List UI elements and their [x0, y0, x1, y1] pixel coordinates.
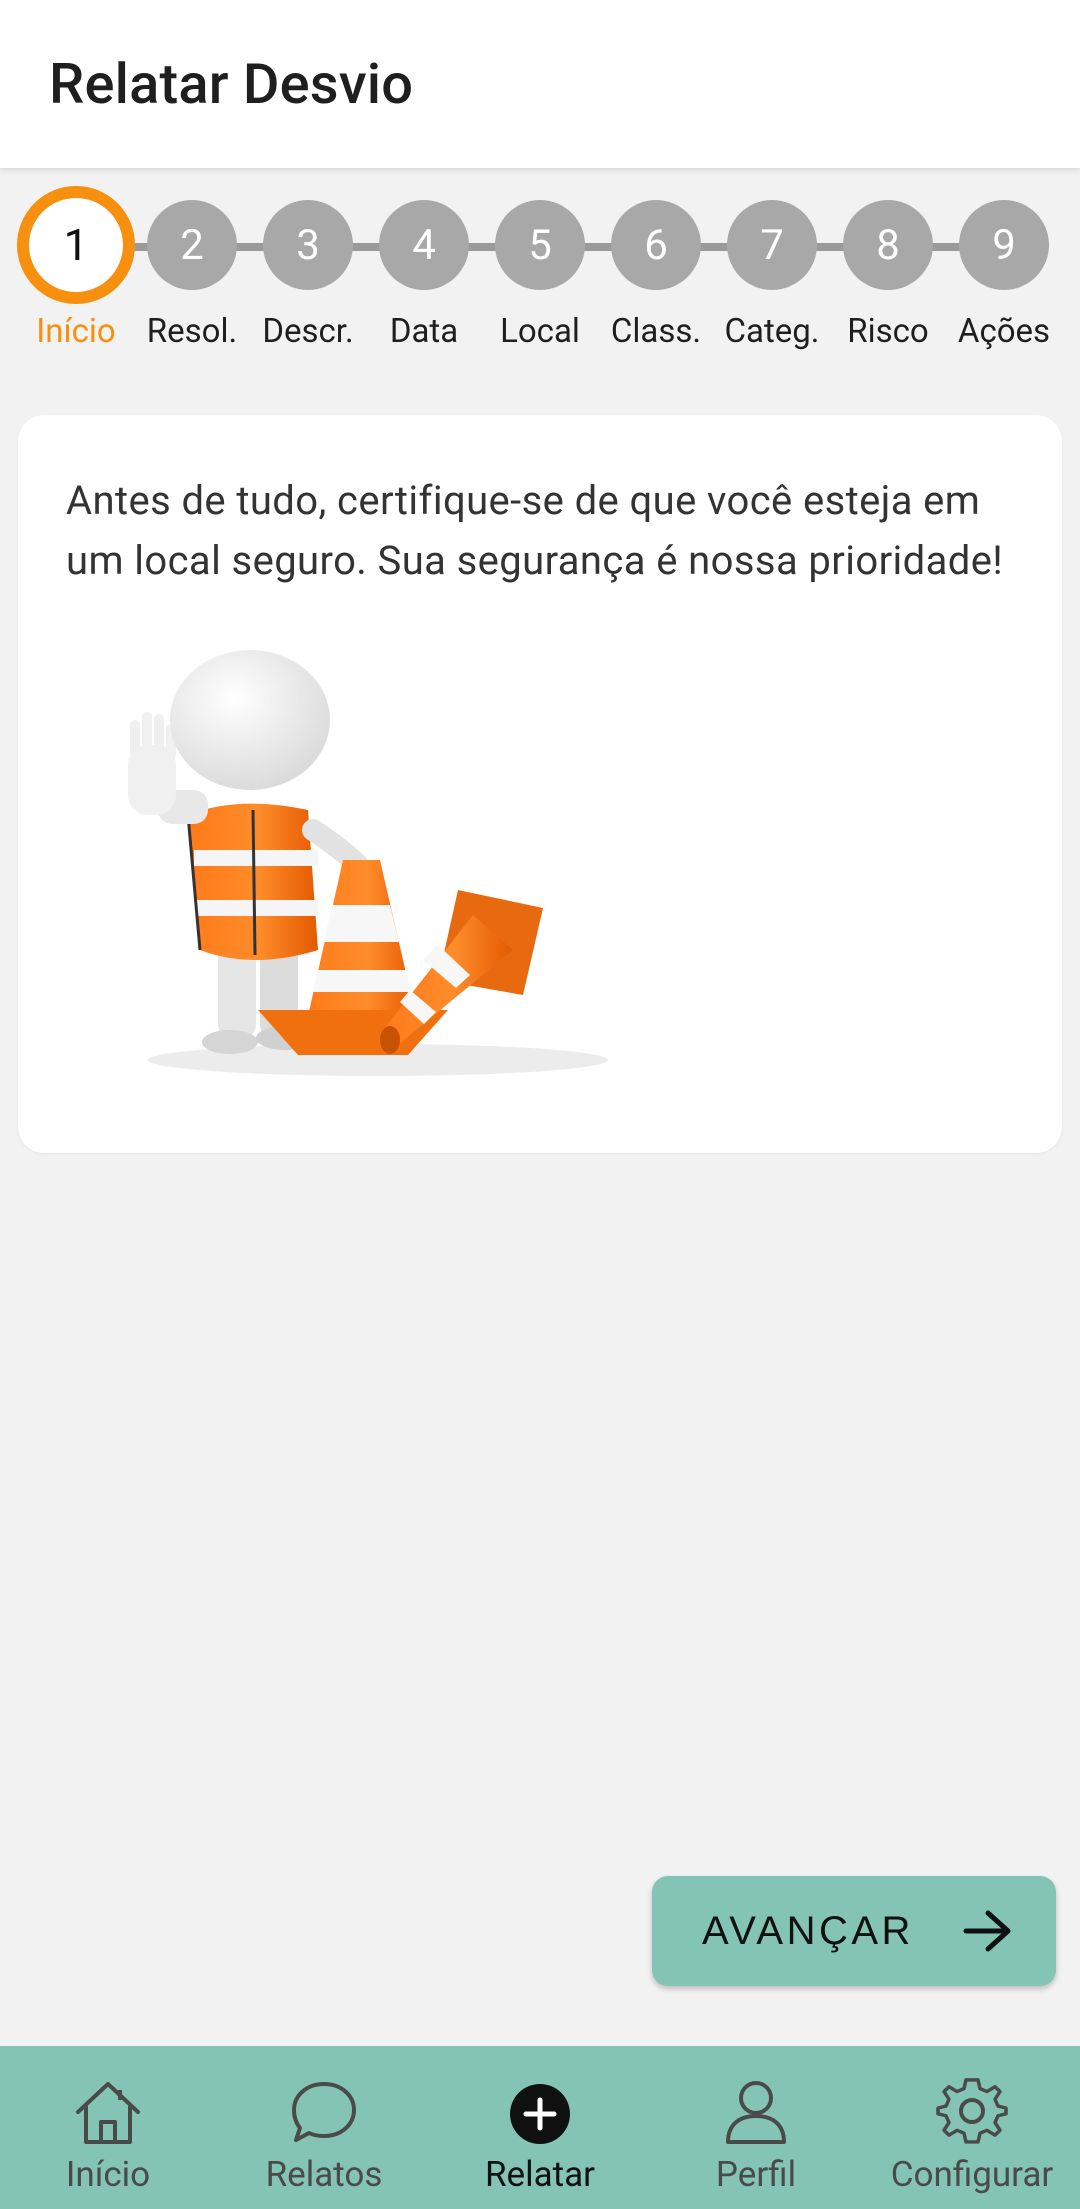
nav-item-perfil[interactable]: Perfil — [648, 2046, 864, 2209]
step-1[interactable]: 1 Início — [17, 186, 135, 370]
app-root: Relatar Desvio 1 Início 2 Resol. 3 Descr… — [0, 0, 1080, 2209]
step-5-circle: 5 — [495, 200, 585, 290]
step-1-circle: 1 — [17, 186, 135, 304]
step-2[interactable]: 2 Resol. — [134, 200, 250, 370]
arrow-right-icon — [963, 1910, 1011, 1952]
step-5[interactable]: 5 Local — [482, 200, 598, 370]
bottom-navigation: Início Relatos Relatar Perfil Configurar — [0, 2046, 1080, 2209]
step-3[interactable]: 3 Descr. — [250, 200, 366, 370]
step-1-label: Início — [36, 312, 116, 351]
nav-item-relatos[interactable]: Relatos — [216, 2046, 432, 2209]
step-6-label: Class. — [610, 312, 702, 351]
step-2-circle: 2 — [147, 200, 237, 290]
nav-label-configurar: Configurar — [890, 2154, 1054, 2195]
nav-item-relatar[interactable]: Relatar — [432, 2046, 648, 2209]
step-4-label: Data — [389, 312, 459, 351]
step-7-circle: 7 — [727, 200, 817, 290]
step-9-circle: 9 — [959, 200, 1049, 290]
advance-button-label: AVANÇAR — [702, 1908, 914, 1953]
app-bar: Relatar Desvio — [0, 0, 1080, 168]
step-8-label: Risco — [847, 312, 929, 351]
step-5-label: Local — [500, 312, 580, 351]
chat-bubble-icon — [286, 2076, 362, 2148]
safety-message-text: Antes de tudo, certifique-se de que você… — [66, 477, 1004, 584]
safety-worker-illustration — [128, 650, 608, 1076]
step-6[interactable]: 6 Class. — [598, 200, 714, 370]
nav-item-configurar[interactable]: Configurar — [864, 2046, 1080, 2209]
nav-label-perfil: Perfil — [715, 2154, 797, 2195]
advance-button[interactable]: AVANÇAR — [652, 1876, 1056, 1986]
nav-label-inicio: Início — [65, 2154, 151, 2195]
step-7-label: Categ. — [724, 312, 820, 351]
nav-item-inicio[interactable]: Início — [0, 2046, 216, 2209]
step-9-label: Ações — [957, 312, 1051, 351]
nav-label-relatar: Relatar — [484, 2154, 596, 2195]
person-icon — [718, 2076, 794, 2148]
home-icon — [70, 2076, 146, 2148]
step-4-circle: 4 — [379, 200, 469, 290]
step-6-circle: 6 — [611, 200, 701, 290]
step-7[interactable]: 7 Categ. — [714, 200, 830, 370]
add-circle-icon — [502, 2076, 578, 2148]
step-9[interactable]: 9 Ações — [946, 200, 1062, 370]
step-progress: 1 Início 2 Resol. 3 Descr. 4 Data 5 Loca… — [0, 186, 1080, 370]
step-8-circle: 8 — [843, 200, 933, 290]
safety-message-card: Antes de tudo, certifique-se de que você… — [18, 415, 1062, 1153]
step-3-label: Descr. — [262, 312, 354, 351]
page-title: Relatar Desvio — [49, 51, 414, 117]
step-4[interactable]: 4 Data — [366, 200, 482, 370]
gear-icon — [934, 2076, 1010, 2148]
step-2-label: Resol. — [146, 312, 238, 351]
step-3-circle: 3 — [263, 200, 353, 290]
step-8[interactable]: 8 Risco — [830, 200, 946, 370]
nav-label-relatos: Relatos — [265, 2154, 383, 2195]
